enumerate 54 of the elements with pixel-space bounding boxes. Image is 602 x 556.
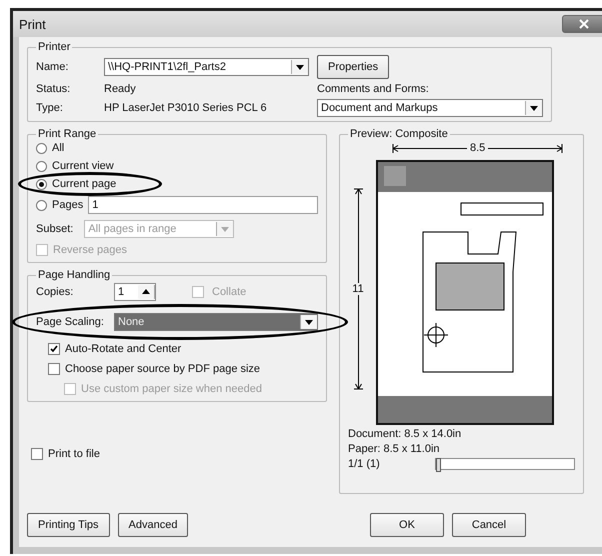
field-label: Status: [36,83,72,95]
field-label: Page Scaling: [36,316,105,328]
radio-label: All [52,142,64,154]
radio-button[interactable] [36,160,47,172]
checkbox-label: Use custom paper size when needed [81,383,262,395]
field-label: Type: [36,102,64,114]
group-label: Print Range [37,128,98,140]
width-label: 8.5 [470,142,486,154]
caret-icon [221,226,230,232]
comments-dropdown[interactable]: Document and Markups [317,99,543,117]
printer-type: HP LaserJet P3010 Series PCL 6 [104,102,268,114]
field-label: Name: [36,61,70,73]
paper-size: Paper: 8.5 x 11.0in [348,443,441,455]
pages-field[interactable]: 1 [88,196,318,214]
dialog-button[interactable]: Advanced [118,513,188,537]
radio-label: Current page [52,178,116,190]
checkbox-label: Reverse pages [53,244,127,256]
caret-icon [296,64,304,70]
page-counter: 1/1 (1) [348,458,380,470]
group-label: Preview: Composite [349,128,449,140]
close-icon [579,19,589,29]
window-title: Print [19,16,46,32]
field-label: Subset: [36,223,74,235]
radio-button[interactable] [36,200,47,210]
slider-thumb[interactable] [436,458,441,472]
checkbox-label: Auto-Rotate and Center [65,343,182,355]
page-slider[interactable] [435,458,575,470]
caret-icon [305,320,313,324]
caret-icon [530,106,538,110]
status-value: Ready [104,83,137,95]
printer-dropdown[interactable]: \\HQ-PRINT1\2fl_Parts2 [104,58,309,76]
radio-label: Current view [52,160,114,172]
checkbox[interactable] [31,448,43,460]
field-label: Comments and Forms: [317,83,430,95]
height-label: 11 [352,283,364,295]
group-label: Page Handling [37,269,112,281]
dialog-button[interactable]: OK [370,513,444,537]
copies-spinner[interactable]: 1 [114,283,156,301]
checkbox[interactable] [48,343,60,355]
group-label: Printer [37,41,72,53]
close-button[interactable] [562,15,602,33]
field-label: Copies: [36,286,74,298]
checkbox[interactable] [48,363,60,375]
checkbox-label: Print to file [48,448,100,460]
radio-button[interactable] [36,142,47,154]
checkbox-label: Collate [212,286,246,298]
radio-label: Pages [52,199,84,211]
dialog-button[interactable]: Cancel [452,513,526,537]
radio-button[interactable] [36,178,47,190]
document-size: Document: 8.5 x 14.0in [348,428,462,440]
checkbox-label: Choose paper source by PDF page size [65,363,260,375]
dialog-button[interactable]: Printing Tips [27,513,110,537]
properties-button[interactable]: Properties [317,55,390,79]
page-scaling-dropdown[interactable]: None [114,313,318,331]
